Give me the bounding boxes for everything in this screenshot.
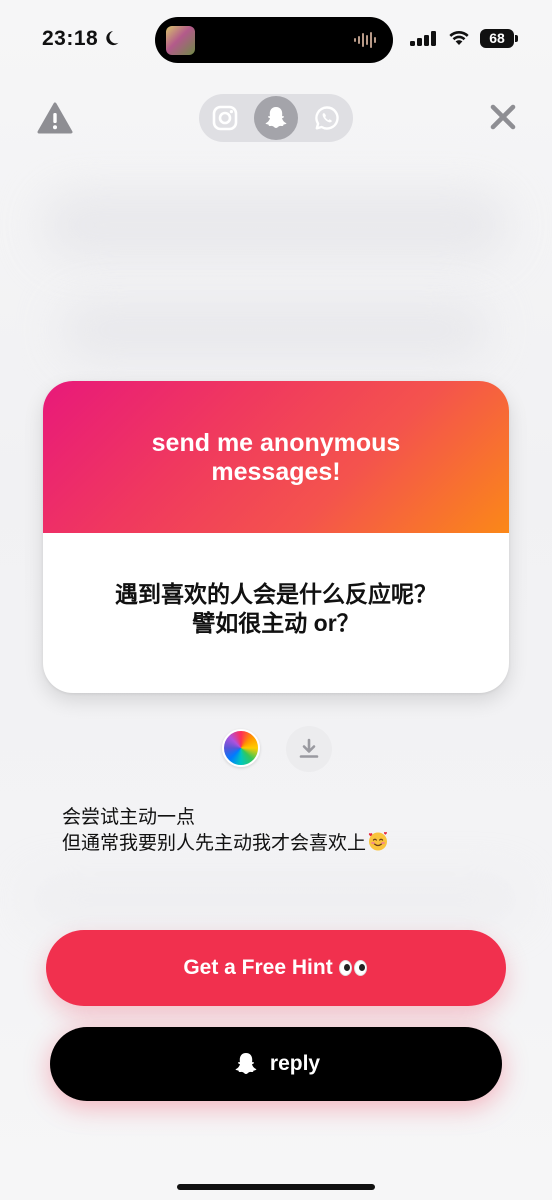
reply-button-label: reply: [269, 1052, 321, 1075]
status-bar: 23:18 68: [0, 0, 552, 80]
answer-line-wrapper: 但通常我要别人先主动我才会喜欢上: [62, 830, 502, 856]
get-free-hint-button[interactable]: Get a Free Hint: [46, 930, 506, 1006]
battery-indicator: 68: [480, 29, 514, 48]
screen: 23:18 68 send me anonymous messages! 遇到喜…: [0, 0, 552, 1200]
eyes-icon: [338, 960, 369, 976]
download-button[interactable]: [286, 726, 332, 772]
share-platform-switcher: [199, 94, 353, 142]
question-line: 遇到喜欢的人会是什么反应呢？: [115, 581, 437, 607]
card-header-title: send me anonymous messages!: [151, 429, 401, 486]
cellular-signal-icon: [410, 31, 436, 46]
moon-icon: [106, 31, 119, 46]
blurred-background: [30, 880, 520, 920]
instagram-share-option[interactable]: [203, 96, 247, 140]
answer-line: 会尝试主动一点: [62, 807, 196, 828]
smiling-face-with-hearts-icon: [368, 831, 388, 851]
blurred-background: [40, 190, 510, 260]
blurred-background: [60, 300, 490, 360]
card-body: 遇到喜欢的人会是什么反应呢？ 譬如很主动 or？: [43, 533, 509, 693]
snapchat-share-option[interactable]: [254, 96, 298, 140]
status-time: 23:18: [42, 27, 99, 50]
dynamic-island[interactable]: [155, 17, 393, 63]
color-picker-button[interactable]: [222, 729, 260, 767]
wifi-icon: [449, 30, 469, 45]
battery-tip: [515, 35, 518, 42]
question-line: 譬如很主动 or？: [192, 610, 360, 636]
hint-button-label: Get a Free Hint: [183, 956, 333, 979]
question-text: 遇到喜欢的人会是什么反应呢？ 譬如很主动 or？: [115, 580, 437, 638]
card-header: send me anonymous messages!: [43, 381, 509, 533]
close-icon[interactable]: [486, 100, 520, 134]
download-icon: [299, 738, 319, 758]
home-indicator[interactable]: [177, 1184, 375, 1190]
snapchat-ghost-icon: [265, 107, 287, 128]
question-card: send me anonymous messages! 遇到喜欢的人会是什么反应…: [43, 381, 509, 693]
reply-button[interactable]: reply: [50, 1027, 502, 1101]
snapchat-ghost-icon: [235, 1053, 257, 1074]
now-playing-artwork: [166, 26, 195, 55]
instagram-icon: [212, 105, 238, 131]
warning-triangle-icon[interactable]: [36, 100, 74, 136]
whatsapp-icon: [315, 106, 339, 130]
answer-line: 但通常我要别人先主动我才会喜欢上: [62, 833, 367, 854]
answer-text: 会尝试主动一点 但通常我要别人先主动我才会喜欢上: [62, 805, 502, 856]
whatsapp-share-option[interactable]: [305, 96, 349, 140]
waveform-icon: [354, 32, 376, 48]
